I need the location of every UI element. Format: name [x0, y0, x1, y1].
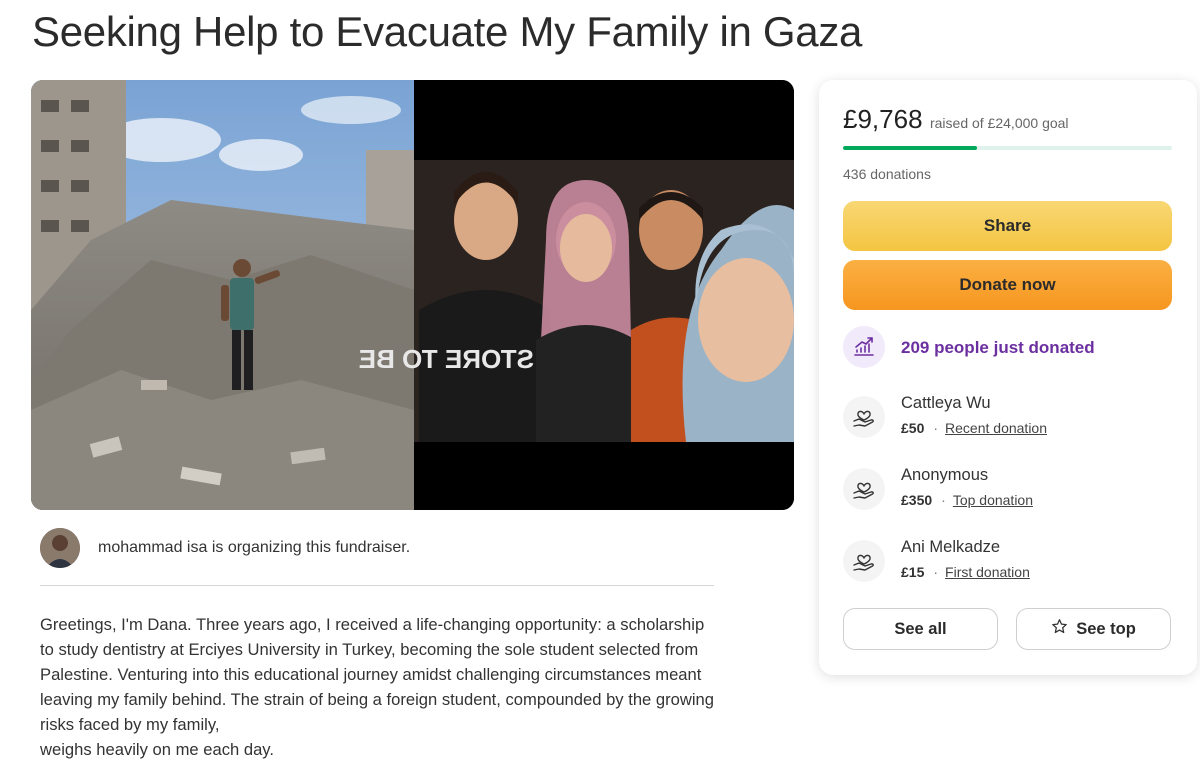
- page-title: Seeking Help to Evacuate My Family in Ga…: [32, 8, 863, 55]
- just-donated-text: 209 people just donated: [901, 338, 1095, 357]
- donations-count: 436 donations: [843, 166, 931, 182]
- recent-donation-link[interactable]: Recent donation: [945, 420, 1047, 436]
- progress-bar-fill: [843, 146, 977, 150]
- organizer-row: mohammad isa is organizing this fundrais…: [40, 528, 714, 586]
- separator-dot: ·: [933, 564, 939, 580]
- first-donation-link[interactable]: First donation: [945, 564, 1030, 580]
- goal-text: raised of £24,000 goal: [929, 115, 1069, 131]
- heart-hand-icon: [843, 468, 885, 510]
- star-icon: [1051, 618, 1068, 640]
- heart-hand-icon: [843, 540, 885, 582]
- donor-item: Ani Melkadze £15 · First donation: [843, 538, 1173, 588]
- story-paragraph: Greetings, I'm Dana. Three years ago, I …: [40, 615, 714, 734]
- organizer-avatar[interactable]: [40, 528, 80, 568]
- donor-amount: £50: [901, 420, 925, 436]
- donor-amount: £350: [901, 492, 933, 508]
- donate-now-button[interactable]: Donate now: [843, 260, 1172, 310]
- donor-name: Cattleya Wu: [901, 394, 991, 412]
- heart-hand-icon: [843, 396, 885, 438]
- organizer-text: mohammad isa is organizing this fundrais…: [98, 539, 411, 556]
- trending-up-icon: [843, 326, 885, 368]
- separator-dot: ·: [933, 420, 939, 436]
- raised-summary: £9,768 raised of £24,000 goal: [843, 104, 1069, 135]
- see-top-button[interactable]: See top: [1016, 608, 1171, 650]
- donor-meta: £15 · First donation: [901, 564, 1030, 580]
- donor-meta: £50 · Recent donation: [901, 420, 1047, 436]
- shirt-print: STORE TO BE: [359, 344, 534, 374]
- raised-amount: £9,768: [843, 104, 923, 134]
- top-donation-link[interactable]: Top donation: [953, 492, 1033, 508]
- donor-name: Anonymous: [901, 466, 989, 484]
- see-all-button[interactable]: See all: [843, 608, 998, 650]
- donor-meta: £350 · Top donation: [901, 492, 1033, 508]
- story-section: Greetings, I'm Dana. Three years ago, I …: [40, 612, 720, 762]
- donation-card: £9,768 raised of £24,000 goal 436 donati…: [819, 80, 1197, 675]
- share-button[interactable]: Share: [843, 201, 1172, 251]
- see-top-label: See top: [1076, 619, 1136, 638]
- see-all-label: See all: [894, 619, 947, 638]
- donor-item: Cattleya Wu £50 · Recent donation: [843, 394, 1173, 444]
- donor-name: Ani Melkadze: [901, 538, 1001, 556]
- story-last-line: weighs heavily on me each day.: [40, 740, 274, 759]
- hero-image: STORE TO BE: [31, 80, 794, 510]
- donor-item: Anonymous £350 · Top donation: [843, 466, 1173, 516]
- separator-dot: ·: [941, 492, 946, 508]
- donor-amount: £15: [901, 564, 925, 580]
- progress-bar: [843, 146, 1172, 150]
